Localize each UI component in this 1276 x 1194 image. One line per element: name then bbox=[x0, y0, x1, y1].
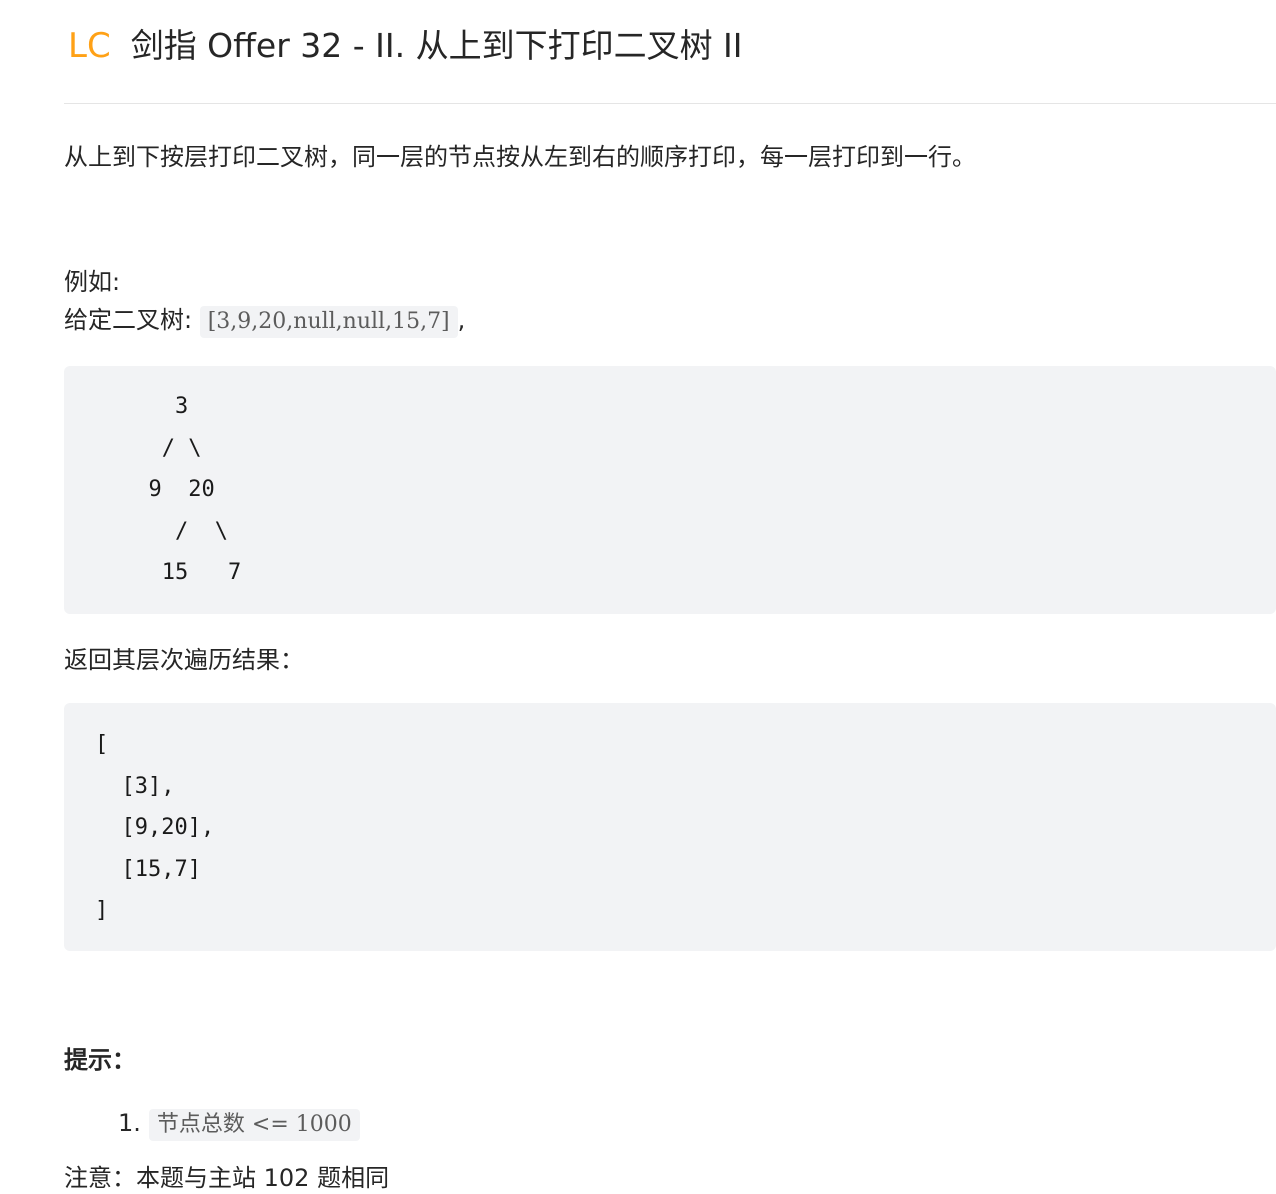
example-label: 例如: bbox=[64, 268, 121, 296]
hint-list-item: 1. 节点总数 <= 1000 bbox=[118, 1107, 360, 1141]
tree-line: 3 bbox=[122, 394, 189, 419]
hints-heading: 提示： bbox=[64, 1046, 136, 1074]
hint-number: 1. bbox=[118, 1109, 141, 1137]
tree-line: / \ bbox=[122, 435, 202, 461]
leetcode-logo-icon: LC bbox=[68, 26, 111, 66]
result-line: [9,20], bbox=[95, 815, 215, 841]
tree-line: / \ bbox=[122, 518, 228, 544]
result-label: 返回其层次遍历结果： bbox=[64, 646, 304, 674]
problem-header: LC 剑指 Offer 32 - II. 从上到下打印二叉树 II bbox=[68, 24, 743, 68]
result-code: [ [3], [9,20], [15,7] ] bbox=[64, 703, 1276, 932]
given-tree-code: [3,9,20,null,null,15,7] bbox=[199, 306, 458, 338]
tree-line: 15 7 bbox=[122, 560, 242, 586]
result-line: ] bbox=[95, 898, 109, 924]
title-divider bbox=[64, 103, 1276, 104]
tree-code-block: 3 / \ 9 20 / \ 15 7 bbox=[64, 366, 1276, 614]
result-line: [ bbox=[95, 732, 109, 757]
tree-code: 3 / \ 9 20 / \ 15 7 bbox=[64, 366, 1276, 594]
given-tree-prefix: 给定二叉树: bbox=[64, 306, 200, 334]
result-line: [3], bbox=[95, 773, 175, 799]
hint-code: 节点总数 <= 1000 bbox=[148, 1109, 360, 1141]
tree-line: 9 20 bbox=[122, 477, 215, 503]
result-line: [15,7] bbox=[95, 856, 201, 882]
result-code-block: [ [3], [9,20], [15,7] ] bbox=[64, 703, 1276, 951]
problem-note: 注意：本题与主站 102 题相同 bbox=[64, 1164, 390, 1192]
problem-title: 剑指 Offer 32 - II. 从上到下打印二叉树 II bbox=[130, 26, 743, 65]
problem-description: 从上到下按层打印二叉树，同一层的节点按从左到右的顺序打印，每一层打印到一行。 bbox=[64, 143, 976, 171]
given-tree-suffix: , bbox=[457, 306, 466, 334]
given-tree-line: 给定二叉树: [3,9,20,null,null,15,7], bbox=[64, 304, 465, 338]
